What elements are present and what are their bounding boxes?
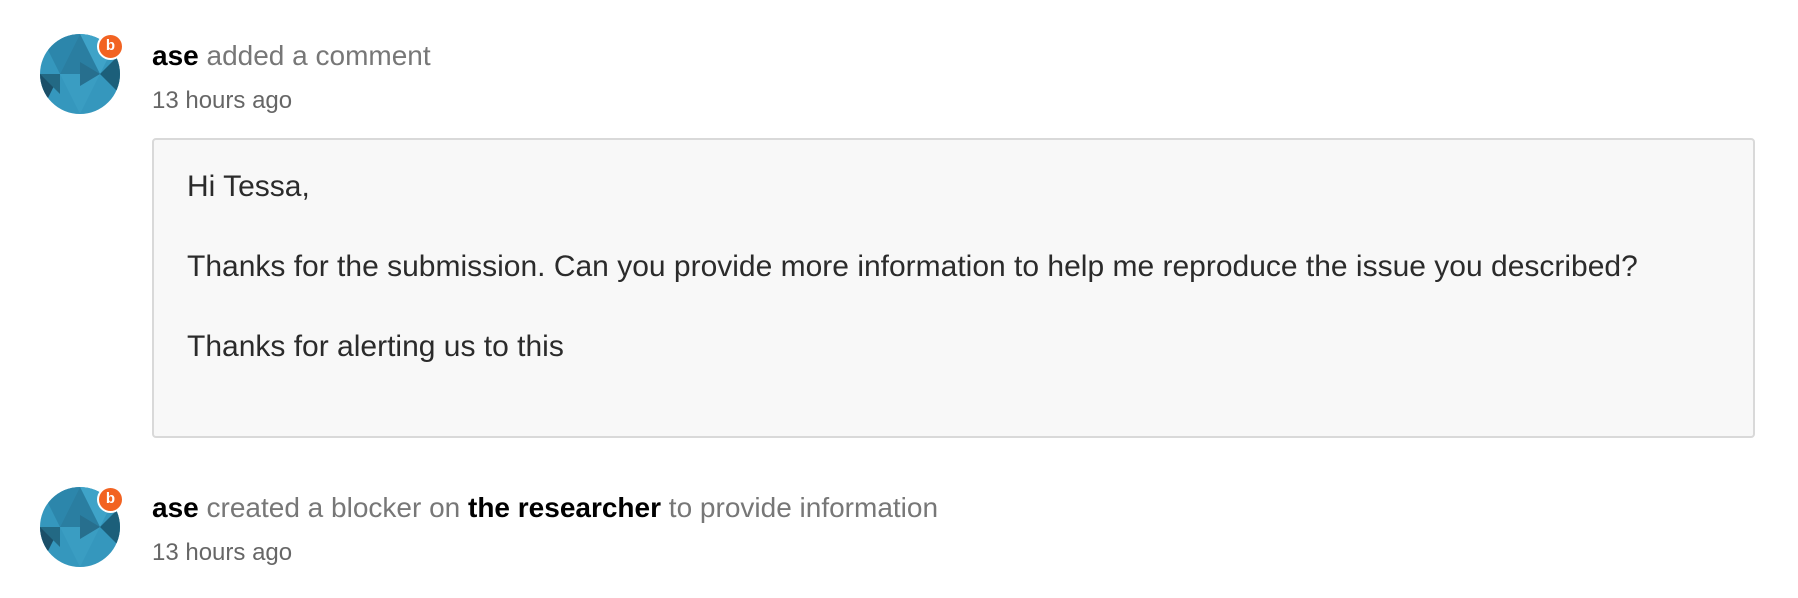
program-badge-icon: b (97, 33, 124, 60)
user-avatar[interactable]: b (40, 33, 124, 114)
comment-paragraph: Thanks for the submission. Can you provi… (187, 250, 1638, 283)
activity-timestamp[interactable]: 13 hours ago (152, 86, 292, 116)
comment-body: Hi Tessa, Thanks for the submission. Can… (152, 138, 1755, 438)
activity-headline: ase added a comment (152, 38, 431, 74)
activity-action-suffix: to provide information (668, 492, 939, 523)
actor-username[interactable]: ase (152, 492, 199, 523)
comment-paragraph: Hi Tessa, (187, 170, 310, 203)
activity-action: created a blocker on (206, 492, 461, 523)
blocker-target: the researcher (468, 492, 662, 523)
user-avatar[interactable]: b (40, 486, 124, 567)
activity-action: added a comment (206, 40, 431, 71)
activity-headline: ase created a blocker on the researcher … (152, 490, 938, 526)
actor-username[interactable]: ase (152, 40, 199, 71)
activity-timestamp[interactable]: 13 hours ago (152, 538, 292, 568)
comment-paragraph: Thanks for alerting us to this (187, 330, 564, 363)
program-badge-icon: b (97, 486, 124, 513)
